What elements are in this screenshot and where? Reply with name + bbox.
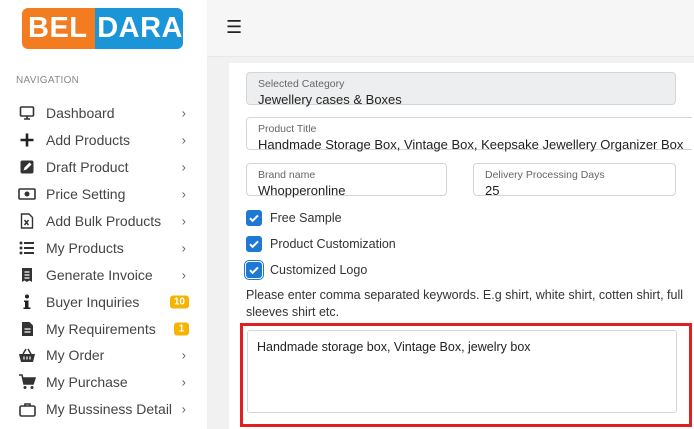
chevron-right-icon: ›	[181, 240, 186, 256]
sidebar-item-label: Add Bulk Products	[46, 213, 162, 229]
count-badge: 1	[174, 322, 189, 336]
briefcase-icon	[18, 400, 36, 418]
sidebar-item-my-bussiness-detail[interactable]: My Bussiness Detail ›	[0, 396, 207, 423]
sidebar-item-label: My Requirements	[46, 320, 156, 337]
sidebar-item-my-purchase[interactable]: My Purchase ›	[0, 369, 207, 396]
chevron-right-icon: ›	[181, 401, 186, 417]
list-icon	[18, 239, 36, 257]
sidebar-item-add-bulk-products[interactable]: Add Bulk Products ›	[0, 208, 207, 235]
nav-heading: NAVIGATION	[16, 75, 80, 86]
field-value: Whopperonline	[258, 183, 346, 198]
sidebar-item-label: My Purchase	[46, 374, 128, 391]
checkmark-icon	[249, 240, 259, 249]
brand-name-field[interactable]: Brand name Whopperonline	[246, 163, 447, 198]
checkmark-icon	[249, 214, 259, 223]
chevron-right-icon: ›	[181, 347, 186, 363]
sidebar-item-draft-product[interactable]: Draft Product ›	[0, 154, 207, 181]
sidebar-item-add-products[interactable]: Add Products ›	[0, 127, 207, 154]
cart-icon	[18, 373, 36, 391]
sidebar-item-my-requirements[interactable]: My Requirements 1	[0, 315, 207, 342]
chevron-right-icon: ›	[181, 213, 186, 229]
receipt-icon	[18, 266, 36, 284]
sidebar-item-label: My Products	[46, 239, 124, 256]
sidebar-item-buyer-inquiries[interactable]: Buyer Inquiries 10	[0, 288, 207, 315]
field-value: 25	[485, 183, 500, 198]
sidebar-item-label: Draft Product	[46, 159, 129, 176]
monitor-icon	[18, 104, 36, 122]
field-value: Jewellery cases & Boxes	[258, 92, 402, 107]
hamburger-menu-icon[interactable]: ☰	[226, 17, 242, 38]
plus-icon	[18, 131, 36, 149]
customized-logo-checkbox[interactable]	[244, 260, 264, 280]
excel-file-icon	[18, 212, 36, 230]
free-sample-label: Free Sample	[270, 211, 342, 225]
keywords-hint: Please enter comma separated keywords. E…	[246, 288, 683, 319]
chevron-right-icon: ›	[181, 159, 186, 175]
checkmark-icon	[249, 266, 259, 275]
edit-icon	[18, 158, 36, 176]
product-customization-row: Product Customization	[246, 236, 396, 252]
field-label: Product Title	[258, 123, 317, 135]
nav-list: Dashboard › Add Products › Draft Product…	[0, 100, 207, 423]
sidebar-item-label: Dashboard	[46, 105, 115, 122]
sidebar-item-my-order[interactable]: My Order ›	[0, 342, 207, 369]
chevron-right-icon: ›	[181, 186, 186, 202]
logo-text-dara: DARA	[95, 8, 183, 49]
sidebar-item-label: Generate Invoice	[46, 266, 153, 283]
free-sample-checkbox[interactable]	[246, 210, 262, 226]
product-title-field[interactable]: Product Title Handmade Storage Box, Vint…	[246, 117, 692, 152]
money-icon	[18, 185, 36, 203]
logo-area: BEL DARA	[0, 0, 207, 57]
sidebar-item-generate-invoice[interactable]: Generate Invoice ›	[0, 261, 207, 288]
beldara-logo[interactable]: BEL DARA	[22, 8, 183, 49]
customized-logo-label: Customized Logo	[270, 263, 368, 277]
field-label: Brand name	[258, 169, 316, 181]
chevron-right-icon: ›	[181, 267, 186, 283]
sidebar-item-price-setting[interactable]: Price Setting ›	[0, 181, 207, 208]
delivery-days-field[interactable]: Delivery Processing Days 25	[473, 163, 676, 198]
chevron-right-icon: ›	[181, 374, 186, 390]
count-badge: 10	[169, 295, 189, 309]
sidebar: BEL DARA NAVIGATION Dashboard › Add Prod…	[0, 0, 207, 429]
sidebar-item-label: Price Setting	[46, 186, 126, 203]
field-value: Handmade Storage Box, Vintage Box, Keeps…	[258, 137, 684, 152]
sidebar-item-my-products[interactable]: My Products ›	[0, 234, 207, 261]
product-customization-label: Product Customization	[270, 237, 396, 251]
product-customization-checkbox[interactable]	[246, 236, 262, 252]
chevron-right-icon: ›	[181, 105, 186, 121]
sidebar-item-dashboard[interactable]: Dashboard ›	[0, 100, 207, 127]
info-icon	[18, 293, 36, 311]
field-label: Delivery Processing Days	[485, 169, 605, 181]
sidebar-item-label: Add Products	[46, 132, 131, 149]
document-icon	[18, 320, 36, 338]
top-bar: ☰	[207, 0, 694, 57]
basket-icon	[18, 346, 36, 364]
chevron-right-icon: ›	[181, 132, 186, 148]
sidebar-item-label: My Order	[46, 347, 105, 364]
field-label: Selected Category	[258, 78, 345, 90]
customized-logo-row: Customized Logo	[244, 260, 368, 280]
logo-text-bel: BEL	[22, 8, 96, 49]
selected-category-field: Selected Category Jewellery cases & Boxe…	[246, 72, 676, 107]
sidebar-item-label: My Bussiness Detail	[46, 401, 173, 418]
sidebar-item-label: Buyer Inquiries	[46, 293, 140, 310]
free-sample-row: Free Sample	[246, 210, 342, 226]
keywords-textarea[interactable]: Handmade storage box, Vintage Box, jewel…	[247, 330, 677, 413]
